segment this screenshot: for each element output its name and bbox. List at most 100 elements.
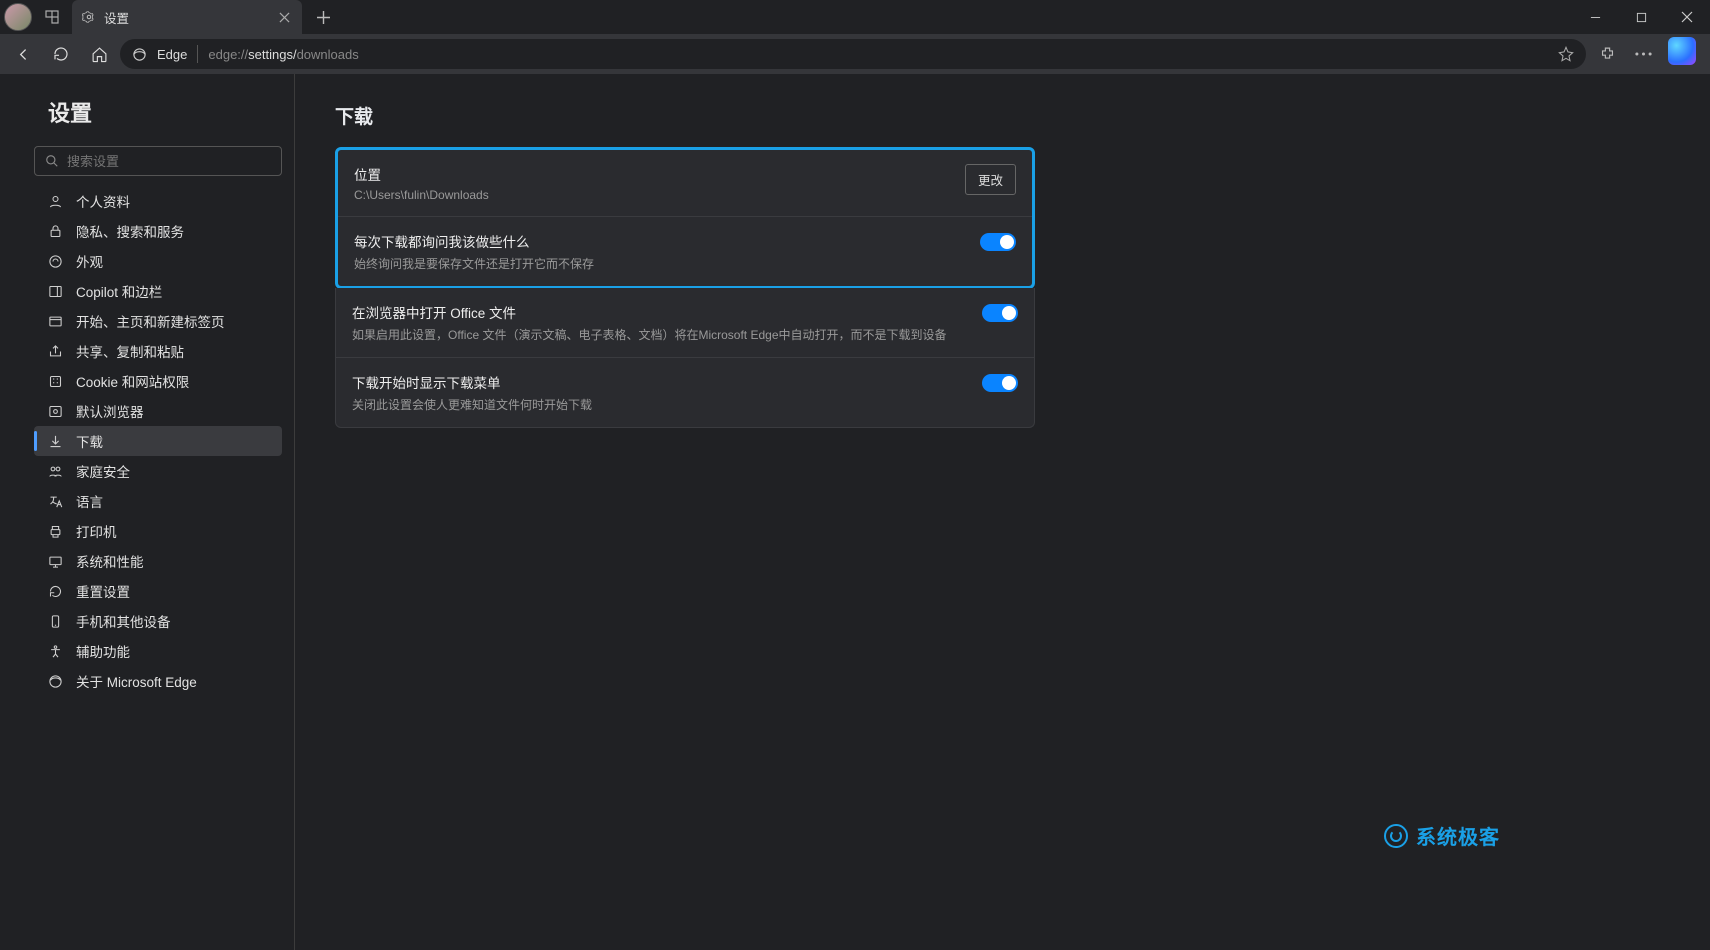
edge-icon (132, 47, 147, 62)
favorite-star-icon[interactable] (1558, 46, 1574, 62)
edge-logo-icon (46, 674, 64, 689)
settings-sidebar: 设置 个人资料 隐私、搜索和服务 外观 Copilot 和边栏 开始、主页和新建… (0, 74, 295, 950)
settings-group: 在浏览器中打开 Office 文件 如果启用此设置，Office 文件（演示文稿… (335, 288, 1035, 428)
address-bar[interactable]: Edge edge://settings/downloads (120, 39, 1586, 69)
nav-item-profile[interactable]: 个人资料 (34, 186, 282, 216)
settings-page: 设置 个人资料 隐私、搜索和服务 外观 Copilot 和边栏 开始、主页和新建… (0, 74, 1710, 950)
nav-item-downloads[interactable]: 下载 (34, 426, 282, 456)
open-office-row: 在浏览器中打开 Office 文件 如果启用此设置，Office 文件（演示文稿… (336, 288, 1034, 358)
nav-label: 系统和性能 (76, 551, 144, 571)
nav-item-privacy[interactable]: 隐私、搜索和服务 (34, 216, 282, 246)
row-desc: 始终询问我是要保存文件还是打开它而不保存 (354, 255, 964, 272)
row-title: 下载开始时显示下载菜单 (352, 372, 966, 392)
window-controls (1572, 0, 1710, 34)
nav-item-cookies[interactable]: Cookie 和网站权限 (34, 366, 282, 396)
nav-item-system[interactable]: 系统和性能 (34, 546, 282, 576)
search-icon (45, 154, 59, 168)
open-office-toggle[interactable] (982, 304, 1018, 322)
refresh-button[interactable] (44, 37, 78, 71)
gear-icon (82, 10, 96, 24)
settings-nav: 个人资料 隐私、搜索和服务 外观 Copilot 和边栏 开始、主页和新建标签页… (34, 186, 282, 696)
nav-item-printers[interactable]: 打印机 (34, 516, 282, 546)
workspaces-icon[interactable] (38, 3, 66, 31)
nav-item-appearance[interactable]: 外观 (34, 246, 282, 276)
nav-label: 开始、主页和新建标签页 (76, 311, 225, 331)
nav-item-family[interactable]: 家庭安全 (34, 456, 282, 486)
nav-label: 语言 (76, 491, 103, 511)
nav-item-start-home[interactable]: 开始、主页和新建标签页 (34, 306, 282, 336)
nav-item-default-browser[interactable]: 默认浏览器 (34, 396, 282, 426)
page-title: 设置 (34, 96, 282, 128)
download-icon (46, 434, 64, 449)
browser-toolbar: Edge edge://settings/downloads (0, 34, 1710, 74)
download-location-row: 位置 C:\Users\fulin\Downloads 更改 (338, 150, 1032, 217)
nav-label: 手机和其他设备 (76, 611, 171, 631)
show-download-menu-toggle[interactable] (982, 374, 1018, 392)
row-desc: 如果启用此设置，Office 文件（演示文稿、电子表格、文档）将在Microso… (352, 326, 966, 343)
paint-icon (46, 254, 64, 269)
nav-label: 关于 Microsoft Edge (76, 671, 197, 691)
show-download-menu-row: 下载开始时显示下载菜单 关闭此设置会使人更难知道文件何时开始下载 (336, 358, 1034, 427)
lock-icon (46, 224, 64, 239)
profile-avatar[interactable] (4, 3, 32, 31)
back-button[interactable] (6, 37, 40, 71)
nav-label: 共享、复制和粘贴 (76, 341, 184, 361)
cookie-icon (46, 374, 64, 389)
browser-icon (46, 404, 64, 419)
sidebar-icon (46, 284, 64, 299)
highlighted-settings-group: 位置 C:\Users\fulin\Downloads 更改 每次下载都询问我该… (335, 147, 1035, 289)
phone-icon (46, 614, 64, 629)
nav-item-reset[interactable]: 重置设置 (34, 576, 282, 606)
nav-label: 重置设置 (76, 581, 130, 601)
maximize-button[interactable] (1618, 0, 1664, 34)
nav-label: 下载 (76, 431, 103, 451)
ask-each-time-row: 每次下载都询问我该做些什么 始终询问我是要保存文件还是打开它而不保存 (338, 217, 1032, 286)
row-desc: 关闭此设置会使人更难知道文件何时开始下载 (352, 396, 966, 413)
nav-item-language[interactable]: 语言 (34, 486, 282, 516)
nav-label: 辅助功能 (76, 641, 130, 661)
section-heading: 下载 (335, 102, 1670, 129)
nav-item-accessibility[interactable]: 辅助功能 (34, 636, 282, 666)
nav-item-phone[interactable]: 手机和其他设备 (34, 606, 282, 636)
nav-item-share-copy[interactable]: 共享、复制和粘贴 (34, 336, 282, 366)
minimize-button[interactable] (1572, 0, 1618, 34)
site-identity-label: Edge (157, 47, 187, 62)
window-icon (46, 314, 64, 329)
nav-label: 个人资料 (76, 191, 130, 211)
row-title: 在浏览器中打开 Office 文件 (352, 302, 966, 322)
watermark-logo-icon (1384, 824, 1408, 848)
nav-item-about[interactable]: 关于 Microsoft Edge (34, 666, 282, 696)
browser-tab[interactable]: 设置 (72, 0, 302, 34)
share-icon (46, 344, 64, 359)
nav-label: 默认浏览器 (76, 401, 144, 421)
new-tab-button[interactable] (308, 2, 338, 32)
copilot-button[interactable] (1668, 37, 1696, 65)
nav-label: Copilot 和边栏 (76, 281, 162, 301)
search-input[interactable] (67, 154, 271, 169)
location-title: 位置 (354, 164, 949, 184)
watermark: 系统极客 (1384, 821, 1500, 850)
tab-title: 设置 (104, 8, 129, 27)
settings-search[interactable] (34, 146, 282, 176)
change-location-button[interactable]: 更改 (965, 164, 1016, 195)
close-window-button[interactable] (1664, 0, 1710, 34)
ask-each-time-toggle[interactable] (980, 233, 1016, 251)
nav-label: Cookie 和网站权限 (76, 371, 189, 391)
close-tab-button[interactable] (276, 9, 292, 25)
address-text: edge://settings/downloads (208, 47, 358, 62)
nav-item-copilot-sidebar[interactable]: Copilot 和边栏 (34, 276, 282, 306)
nav-label: 外观 (76, 251, 103, 271)
accessibility-icon (46, 644, 64, 659)
system-icon (46, 554, 64, 569)
reset-icon (46, 584, 64, 599)
window-titlebar: 设置 (0, 0, 1710, 34)
address-divider (197, 45, 198, 63)
watermark-text: 系统极客 (1416, 821, 1500, 850)
more-menu-button[interactable] (1626, 37, 1660, 71)
home-button[interactable] (82, 37, 116, 71)
nav-label: 打印机 (76, 521, 117, 541)
family-icon (46, 464, 64, 479)
location-path: C:\Users\fulin\Downloads (354, 188, 949, 202)
nav-label: 家庭安全 (76, 461, 130, 481)
extensions-button[interactable] (1590, 37, 1624, 71)
